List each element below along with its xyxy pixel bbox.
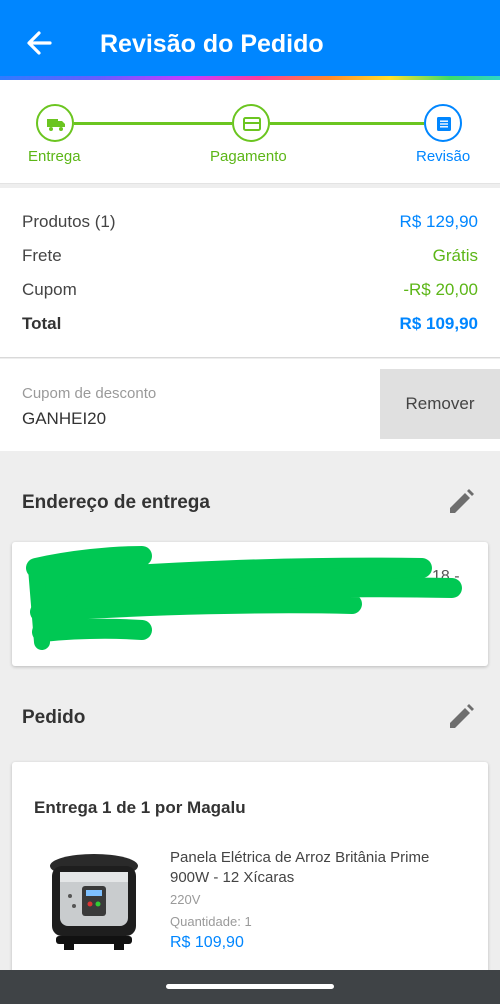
list-icon [437,117,451,131]
pencil-icon [450,704,474,728]
back-button[interactable] [22,26,56,60]
step-entrega[interactable] [36,104,74,142]
pencil-icon [450,489,474,513]
step-label-pagamento: Pagamento [210,148,287,165]
system-nav-bar [0,970,500,1004]
address-card[interactable]: 18 - [12,542,488,666]
coupon-value: -R$ 20,00 [403,280,478,299]
app-bar: Revisão do Pedido [0,0,500,78]
step-label-revisao: Revisão [416,148,471,165]
shipping-label: Frete [22,246,62,265]
summary-row-total: Total R$ 109,90 [22,314,478,338]
step-pagamento[interactable] [232,104,270,142]
edit-order-button[interactable] [446,702,476,732]
home-gesture-pill[interactable] [166,984,334,989]
truck-icon [47,119,65,131]
products-value: R$ 129,90 [399,212,478,231]
summary-row-products: Produtos (1) R$ 129,90 [22,212,478,236]
shipping-value: Grátis [432,246,478,265]
rice-cooker-image[interactable] [44,850,144,954]
summary-row-shipping: Frete Grátis [22,246,478,270]
delivery-title: Entrega 1 de 1 por Magalu [34,798,246,817]
product-name[interactable]: Panela Elétrica de Arroz Britânia Prime … [170,848,470,888]
step-connector [270,122,424,125]
credit-card-icon [243,117,261,131]
coupon-field-label: Cupom de desconto [22,385,157,402]
summary-row-coupon: Cupom -R$ 20,00 [22,280,478,304]
step-connector [74,122,232,125]
coupon-code: GANHEI20 [22,409,107,428]
coupon-label: Cupom [22,280,77,299]
product-price: R$ 109,90 [170,934,244,951]
step-label-entrega: Entrega [28,148,81,165]
remove-coupon-button[interactable]: Remover [380,369,500,439]
total-value: R$ 109,90 [399,314,478,333]
arrow-left-icon [27,31,52,55]
order-section-title: Pedido [22,707,86,728]
order-summary: Produtos (1) R$ 129,90 Frete Grátis Cupo… [0,188,500,358]
redaction-scribble [26,546,462,650]
edit-address-button[interactable] [446,487,476,517]
products-label: Produtos (1) [22,212,116,231]
checkout-stepper: Entrega Pagamento Revisão [0,80,500,184]
total-label: Total [22,314,62,333]
product-voltage: 220V [170,892,201,907]
coupon-section: Cupom de desconto GANHEI20 Remover [0,359,500,451]
order-card: Entrega 1 de 1 por Magalu Panela Elétric… [12,762,488,1002]
address-section-title: Endereço de entrega [22,492,210,513]
product-quantity: Quantidade: 1 [170,914,252,929]
page-title: Revisão do Pedido [100,30,324,58]
step-revisao[interactable] [424,104,462,142]
